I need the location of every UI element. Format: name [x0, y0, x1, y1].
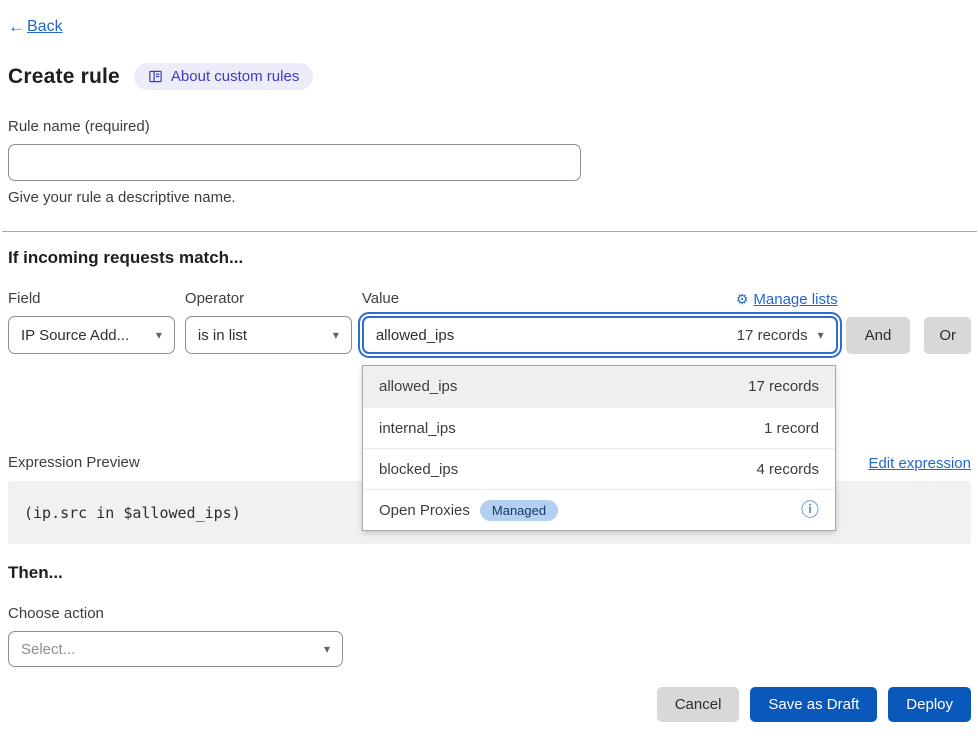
manage-lists-link[interactable]: ⚙ Manage lists [736, 291, 838, 308]
chevron-down-icon: ▾ [324, 642, 330, 656]
title-row: Create rule About custom rules [8, 63, 971, 90]
list-option-name: Open Proxies [379, 502, 470, 519]
list-option-name: blocked_ips [379, 461, 458, 478]
chevron-down-icon: ▾ [333, 328, 339, 342]
gear-icon: ⚙ [736, 291, 749, 308]
managed-badge: Managed [480, 500, 558, 521]
value-select[interactable]: allowed_ips 17 records ▾ [362, 316, 838, 354]
list-option-internal-ips[interactable]: internal_ips 1 record [363, 407, 835, 448]
field-label: Field [8, 290, 41, 308]
value-column: Value ⚙ Manage lists allowed_ips 17 reco… [362, 290, 838, 354]
list-option-open-proxies[interactable]: Open Proxies Managed ⓘ [363, 489, 835, 530]
expression-preview-label: Expression Preview [8, 454, 140, 472]
operator-column: Operator is in list ▾ [185, 290, 352, 354]
expression-code: (ip.src in $allowed_ips) [24, 504, 241, 522]
list-option-name: internal_ips [379, 420, 456, 437]
field-column: Field IP Source Add... ▾ [8, 290, 175, 354]
rule-name-label: Rule name (required) [8, 118, 971, 136]
condition-row: Field IP Source Add... ▾ Operator is in … [8, 290, 971, 354]
page-title: Create rule [8, 65, 120, 89]
section-divider [2, 231, 977, 232]
rule-name-input[interactable] [8, 144, 581, 181]
conjunction-buttons: And Or [838, 316, 971, 354]
cancel-button[interactable]: Cancel [657, 687, 740, 722]
action-select-placeholder: Select... [21, 641, 75, 658]
match-section-heading: If incoming requests match... [8, 248, 971, 268]
value-label: Value [362, 290, 399, 308]
operator-select[interactable]: is in list ▾ [185, 316, 352, 354]
list-dropdown-menu: allowed_ips 17 records internal_ips 1 re… [362, 365, 836, 531]
list-option-meta: 1 record [764, 420, 819, 437]
field-select-value: IP Source Add... [21, 327, 129, 344]
save-as-draft-button[interactable]: Save as Draft [750, 687, 877, 722]
operator-label: Operator [185, 290, 244, 308]
and-button[interactable]: And [846, 317, 911, 354]
then-section-heading: Then... [8, 563, 971, 583]
manage-lists-label: Manage lists [753, 291, 837, 308]
rule-name-helper: Give your rule a descriptive name. [8, 189, 971, 206]
value-select-meta: 17 records [737, 327, 808, 344]
list-option-meta: 17 records [748, 378, 819, 395]
chevron-down-icon: ▾ [156, 328, 162, 342]
back-link[interactable]: ← Back [8, 17, 63, 37]
field-select[interactable]: IP Source Add... ▾ [8, 316, 175, 354]
deploy-button[interactable]: Deploy [888, 687, 971, 722]
back-arrow-icon: ← [8, 17, 25, 37]
edit-expression-link[interactable]: Edit expression [868, 455, 971, 472]
book-icon [148, 69, 163, 84]
condition-builder: Field IP Source Add... ▾ Operator is in … [8, 290, 971, 354]
or-button[interactable]: Or [924, 317, 971, 354]
action-select[interactable]: Select... ▾ [8, 631, 343, 667]
value-select-value: allowed_ips [376, 327, 454, 344]
list-option-meta: 4 records [756, 461, 819, 478]
back-link-label: Back [27, 18, 63, 36]
list-option-allowed-ips[interactable]: allowed_ips 17 records [363, 366, 835, 407]
choose-action-label: Choose action [8, 605, 971, 623]
about-custom-rules-link[interactable]: About custom rules [134, 63, 313, 90]
footer-actions: Cancel Save as Draft Deploy [8, 687, 971, 722]
back-row: ← Back [8, 0, 971, 37]
chevron-down-icon: ▾ [818, 328, 824, 342]
operator-select-value: is in list [198, 327, 247, 344]
info-icon[interactable]: ⓘ [801, 501, 819, 519]
list-option-blocked-ips[interactable]: blocked_ips 4 records [363, 448, 835, 489]
list-option-name: allowed_ips [379, 378, 457, 395]
about-badge-label: About custom rules [171, 68, 299, 85]
